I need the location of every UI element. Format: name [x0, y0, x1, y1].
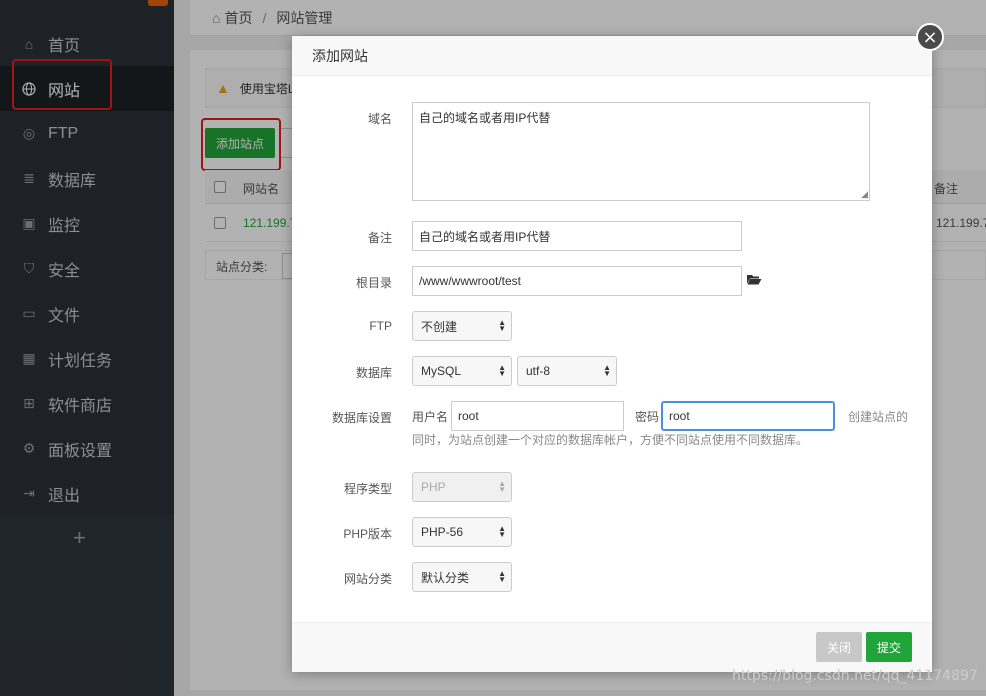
db-charset-select[interactable]: utf-8 ▲ ▼: [517, 356, 617, 386]
ftp-label: FTP: [369, 319, 392, 333]
root-dir-label: 根目录: [355, 276, 392, 290]
close-button[interactable]: 关闭: [816, 632, 862, 662]
database-label: 数据库: [355, 366, 392, 380]
dialog-title: 添加网站: [292, 36, 932, 76]
watermark: https://blog.csdn.net/qq_41174897: [732, 668, 978, 684]
db-user-input[interactable]: root: [451, 401, 624, 431]
ftp-select[interactable]: 不创建 ▲ ▼: [412, 311, 512, 341]
db-settings-label: 数据库设置: [331, 411, 392, 425]
note-label: 备注: [367, 231, 392, 245]
php-version-label: PHP版本: [343, 527, 392, 541]
select-arrows-icon: ▲ ▼: [498, 318, 506, 333]
select-arrows-icon: ▲ ▼: [498, 569, 506, 584]
select-arrows-icon: ▲ ▼: [498, 524, 506, 539]
db-password-input[interactable]: root: [661, 401, 835, 431]
db-hint-1: 创建站点的: [848, 410, 909, 424]
note-input[interactable]: 自己的域名或者用IP代替: [412, 221, 742, 251]
program-type-select: PHP ▲ ▼: [412, 472, 512, 502]
domain-label: 域名: [367, 112, 392, 126]
root-dir-input[interactable]: /www/wwwroot/test: [412, 266, 742, 296]
close-icon[interactable]: ×: [916, 23, 944, 51]
site-category-select[interactable]: 默认分类 ▲ ▼: [412, 562, 512, 592]
php-version-select[interactable]: PHP-56 ▲ ▼: [412, 517, 512, 547]
select-arrows-icon: ▲ ▼: [498, 479, 506, 494]
resize-handle-icon[interactable]: ◢: [861, 189, 868, 200]
db-password-label: 密码: [635, 410, 660, 424]
domain-textarea[interactable]: 自己的域名或者用IP代替 ◢: [412, 102, 870, 201]
select-arrows-icon: ▲ ▼: [603, 363, 611, 378]
folder-open-icon[interactable]: [746, 272, 762, 289]
select-arrows-icon: ▲ ▼: [498, 363, 506, 378]
program-type-label: 程序类型: [343, 482, 392, 496]
submit-button[interactable]: 提交: [866, 632, 912, 662]
db-user-label: 用户名: [412, 410, 449, 424]
db-type-select[interactable]: MySQL ▲ ▼: [412, 356, 512, 386]
site-category-label: 网站分类: [343, 572, 392, 586]
db-hint-2: 同时，为站点创建一个对应的数据库帐户，方便不同站点使用不同数据库。: [412, 433, 809, 447]
